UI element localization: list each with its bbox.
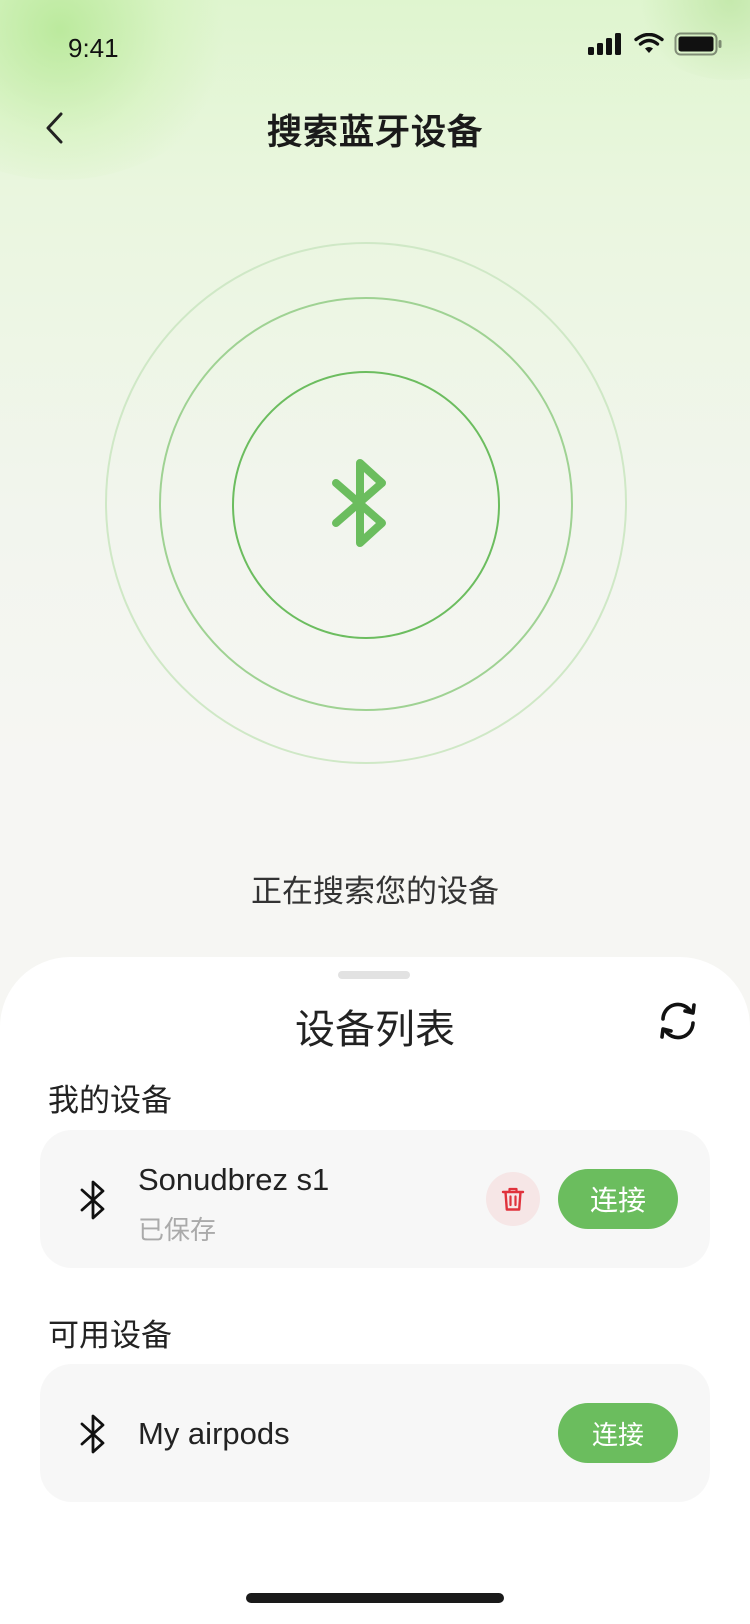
status-icons xyxy=(588,32,722,56)
sheet-title: 设备列表 xyxy=(295,1007,455,1053)
page-title: 搜索蓝牙设备 xyxy=(266,113,483,153)
trash-icon xyxy=(501,1187,525,1211)
device-name: My airpods xyxy=(138,1416,290,1451)
refresh-button[interactable] xyxy=(652,995,704,1047)
battery-icon xyxy=(674,32,722,56)
delete-device-button[interactable] xyxy=(486,1172,540,1226)
home-indicator xyxy=(246,1593,504,1603)
available-device-card[interactable]: My airpods 连接 xyxy=(40,1364,710,1502)
device-name: Sonudbrez s1 xyxy=(138,1162,330,1197)
searching-status: 正在搜索您的设备 xyxy=(251,874,499,910)
my-device-card[interactable]: Sonudbrez s1 已保存 连接 xyxy=(40,1130,710,1268)
device-saved-status: 已保存 xyxy=(138,1216,217,1246)
connect-button[interactable]: 连接 xyxy=(558,1169,678,1229)
my-devices-label: 我的设备 xyxy=(48,1083,172,1119)
signal-icon xyxy=(588,33,621,55)
scan-radar xyxy=(105,242,627,764)
sheet-handle[interactable] xyxy=(338,971,410,979)
refresh-icon xyxy=(660,1002,696,1040)
bluetooth-icon xyxy=(80,1414,105,1454)
wifi-icon xyxy=(634,33,664,53)
available-devices-label: 可用设备 xyxy=(48,1318,172,1354)
bluetooth-icon xyxy=(80,1180,105,1220)
bluetooth-icon xyxy=(332,459,386,547)
bluetooth-search-screen: 9:41 搜索蓝牙设备 正在搜索您的设备 设备列表 我的设备 Sonudbrez… xyxy=(0,0,750,1624)
connect-button[interactable]: 连接 xyxy=(558,1403,678,1463)
status-time: 9:41 xyxy=(68,33,119,63)
device-list-sheet: 设备列表 我的设备 Sonudbrez s1 已保存 连接 可用设备 My ai… xyxy=(0,957,750,1624)
